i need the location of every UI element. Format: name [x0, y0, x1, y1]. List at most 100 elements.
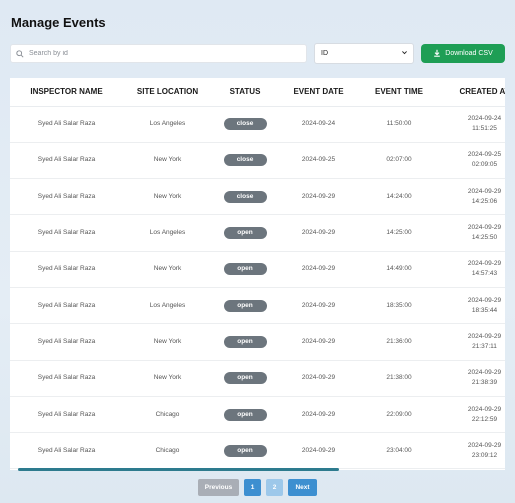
- created-cell: 2024-09-29 22:12:59: [439, 396, 505, 434]
- status-badge: open: [223, 227, 267, 240]
- date-cell: 2024-09-29: [278, 178, 359, 216]
- table-row[interactable]: Syed Ali Salar Raza New York open 2024-09-2…: [10, 360, 505, 397]
- page-1-button[interactable]: 1: [244, 479, 261, 496]
- status-badge: close: [223, 154, 267, 167]
- date-cell: 2024-09-29: [278, 251, 359, 288]
- inspector-cell: Syed Ali Salar Raza: [10, 178, 123, 216]
- search-icon: [16, 45, 24, 63]
- download-csv-button[interactable]: Download CSV: [421, 44, 505, 63]
- status-cell: close: [212, 178, 278, 216]
- table-row[interactable]: Syed Ali Salar Raza New York open 2024-09-2…: [10, 251, 505, 288]
- status-badge: open: [223, 299, 267, 312]
- page-2-button[interactable]: 2: [266, 479, 283, 496]
- site-cell: New York: [123, 178, 212, 216]
- inspector-cell: Syed Ali Salar Raza: [10, 287, 123, 325]
- created-cell: 2024-09-29 14:25:50: [439, 214, 505, 252]
- site-cell: New York: [123, 323, 212, 361]
- download-csv-label: Download CSV: [445, 50, 493, 57]
- time-cell: 21:36:00: [359, 323, 439, 361]
- time-cell: 21:38:00: [359, 360, 439, 397]
- site-cell: New York: [123, 360, 212, 397]
- table-row[interactable]: Syed Ali Salar Raza Los Angeles close 2024-…: [10, 106, 505, 143]
- search-input[interactable]: [29, 50, 299, 57]
- search-field[interactable]: [10, 44, 307, 63]
- created-cell: 2024-09-24 11:51:25: [439, 106, 505, 143]
- site-cell: Chicago: [123, 432, 212, 470]
- time-cell: 11:50:00: [359, 106, 439, 143]
- status-badge: open: [223, 335, 267, 348]
- created-cell: 2024-09-29 23:09:12: [439, 432, 505, 470]
- status-cell: open: [212, 287, 278, 325]
- column-header: EVENT DATE: [278, 78, 359, 107]
- column-header: CREATED AT: [439, 78, 505, 107]
- chevron-down-icon: [401, 49, 408, 58]
- date-cell: 2024-09-25: [278, 142, 359, 180]
- inspector-cell: Syed Ali Salar Raza: [10, 214, 123, 252]
- table-row[interactable]: Syed Ali Salar Raza New York close 2024-09-…: [10, 142, 505, 180]
- table-body: Syed Ali Salar Raza Los Angeles close 2024-…: [10, 106, 505, 470]
- inspector-cell: Syed Ali Salar Raza: [10, 432, 123, 470]
- inspector-cell: Syed Ali Salar Raza: [10, 360, 123, 397]
- inspector-cell: Syed Ali Salar Raza: [10, 251, 123, 288]
- table-row[interactable]: Syed Ali Salar Raza New York close 2024-09-…: [10, 178, 505, 216]
- date-cell: 2024-09-29: [278, 360, 359, 397]
- time-cell: 18:35:00: [359, 287, 439, 325]
- site-cell: Los Angeles: [123, 106, 212, 143]
- time-cell: 23:04:00: [359, 432, 439, 470]
- table-row[interactable]: Syed Ali Salar Raza Chicago open 2024-09-29…: [10, 432, 505, 470]
- horizontal-scrollbar[interactable]: [18, 468, 339, 471]
- status-cell: open: [212, 251, 278, 288]
- status-badge: open: [223, 263, 267, 276]
- previous-page-button[interactable]: Previous: [198, 479, 239, 496]
- created-cell: 2024-09-29 21:38:39: [439, 360, 505, 397]
- time-cell: 14:25:00: [359, 214, 439, 252]
- created-cell: 2024-09-29 21:37:11: [439, 323, 505, 361]
- date-cell: 2024-09-29: [278, 323, 359, 361]
- column-header: INSPECTOR NAME: [10, 78, 123, 107]
- created-cell: 2024-09-29 14:25:06: [439, 178, 505, 216]
- time-cell: 02:07:00: [359, 142, 439, 180]
- next-page-button[interactable]: Next: [288, 479, 317, 496]
- site-cell: New York: [123, 251, 212, 288]
- created-cell: 2024-09-29 18:35:44: [439, 287, 505, 325]
- download-icon: [433, 49, 441, 59]
- status-cell: open: [212, 432, 278, 470]
- status-cell: open: [212, 360, 278, 397]
- events-table-card[interactable]: INSPECTOR NAME SITE LOCATION STATUS EVENT D…: [10, 78, 505, 470]
- table-row[interactable]: Syed Ali Salar Raza Los Angeles open 2024-0…: [10, 214, 505, 252]
- filter-select-value: ID: [321, 50, 328, 57]
- created-cell: 2024-09-25 02:09:05: [439, 142, 505, 180]
- status-badge: close: [223, 118, 267, 131]
- site-cell: Los Angeles: [123, 287, 212, 325]
- page-title: Manage Events: [11, 15, 106, 30]
- table-row[interactable]: Syed Ali Salar Raza Los Angeles open 2024-0…: [10, 287, 505, 325]
- table-row[interactable]: Syed Ali Salar Raza New York open 2024-09-2…: [10, 323, 505, 361]
- site-cell: New York: [123, 142, 212, 180]
- inspector-cell: Syed Ali Salar Raza: [10, 396, 123, 434]
- status-cell: close: [212, 106, 278, 143]
- site-cell: Los Angeles: [123, 214, 212, 252]
- column-header: STATUS: [212, 78, 278, 107]
- status-badge: open: [223, 408, 267, 421]
- column-header: EVENT TIME: [359, 78, 439, 107]
- status-badge: open: [223, 372, 267, 385]
- filter-select[interactable]: ID: [314, 43, 414, 64]
- events-table: INSPECTOR NAME SITE LOCATION STATUS EVENT D…: [10, 78, 505, 470]
- inspector-cell: Syed Ali Salar Raza: [10, 323, 123, 361]
- status-cell: open: [212, 323, 278, 361]
- time-cell: 14:24:00: [359, 178, 439, 216]
- status-cell: open: [212, 214, 278, 252]
- status-badge: close: [223, 190, 267, 203]
- date-cell: 2024-09-29: [278, 396, 359, 434]
- table-header-row: INSPECTOR NAME SITE LOCATION STATUS EVENT D…: [10, 78, 505, 107]
- date-cell: 2024-09-29: [278, 432, 359, 470]
- date-cell: 2024-09-29: [278, 287, 359, 325]
- inspector-cell: Syed Ali Salar Raza: [10, 106, 123, 143]
- status-cell: close: [212, 142, 278, 180]
- time-cell: 14:49:00: [359, 251, 439, 288]
- created-cell: 2024-09-29 14:57:43: [439, 251, 505, 288]
- table-row[interactable]: Syed Ali Salar Raza Chicago open 2024-09-29…: [10, 396, 505, 434]
- status-badge: open: [223, 444, 267, 457]
- pagination: Previous 1 2 Next: [198, 479, 317, 496]
- site-cell: Chicago: [123, 396, 212, 434]
